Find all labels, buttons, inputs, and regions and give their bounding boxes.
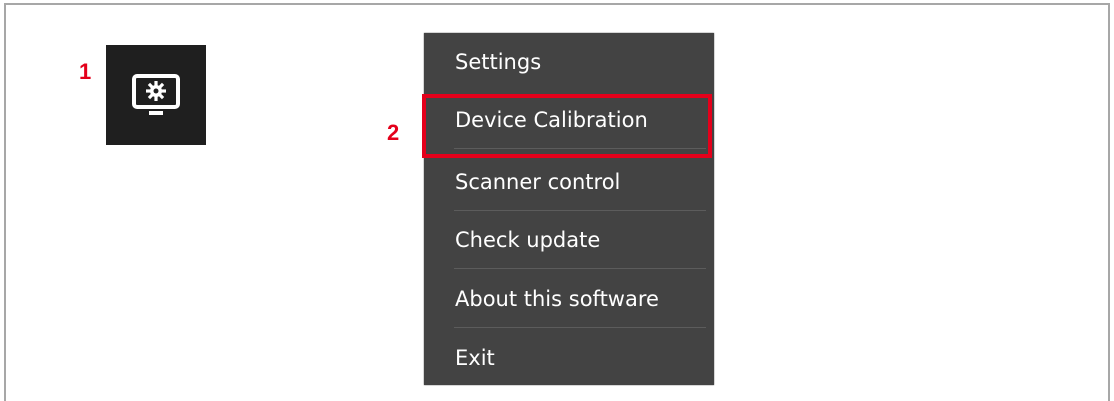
menu-item-check-update[interactable]: Check update: [424, 211, 714, 269]
monitor-gear-icon: [132, 74, 180, 115]
menu-item-settings[interactable]: Settings: [424, 33, 714, 91]
menu-item-about[interactable]: About this software: [424, 270, 714, 328]
menu-item-scanner-control[interactable]: Scanner control: [424, 153, 714, 211]
step-2-label: 2: [387, 120, 400, 145]
menu-item-label: Check update: [455, 228, 601, 252]
tray-icon-button[interactable]: [106, 45, 206, 145]
tray-context-menu: Settings Device Calibration Scanner cont…: [424, 33, 714, 385]
menu-item-device-calibration[interactable]: Device Calibration: [424, 91, 714, 149]
step-1-label: 1: [79, 59, 92, 84]
menu-item-label: Settings: [455, 50, 542, 74]
menu-item-label: About this software: [455, 287, 659, 311]
menu-item-label: Exit: [455, 346, 495, 370]
menu-item-label: Scanner control: [455, 170, 621, 194]
menu-item-label: Device Calibration: [455, 108, 648, 132]
menu-item-exit[interactable]: Exit: [424, 329, 714, 387]
